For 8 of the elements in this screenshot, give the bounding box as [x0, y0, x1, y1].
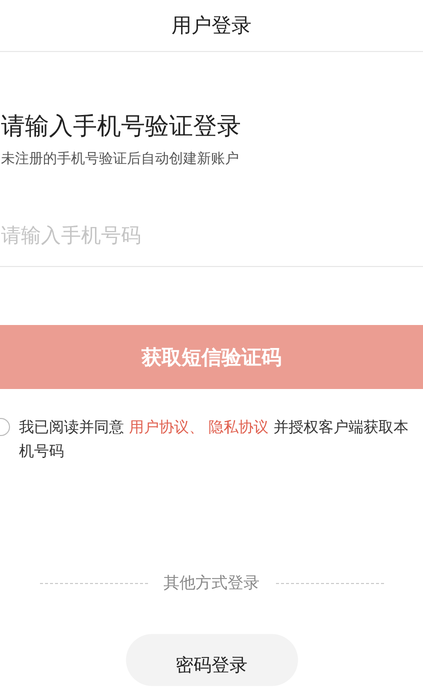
- heading: 请输入手机号验证登录: [1, 111, 242, 142]
- password-login-button[interactable]: 密码登录: [126, 634, 298, 686]
- agreement-text: 我已阅读并同意 用户协议、 隐私协议 并授权客户端获取本机号码: [19, 417, 410, 462]
- agreement-link[interactable]: 用户协议、: [128, 418, 204, 436]
- other-login-label: 其他方式登录: [164, 573, 260, 594]
- page-title: 用户登录: [172, 12, 252, 39]
- agreement-link[interactable]: 隐私协议: [208, 418, 269, 436]
- subheading: 未注册的手机号验证后自动创建新账户: [1, 150, 240, 168]
